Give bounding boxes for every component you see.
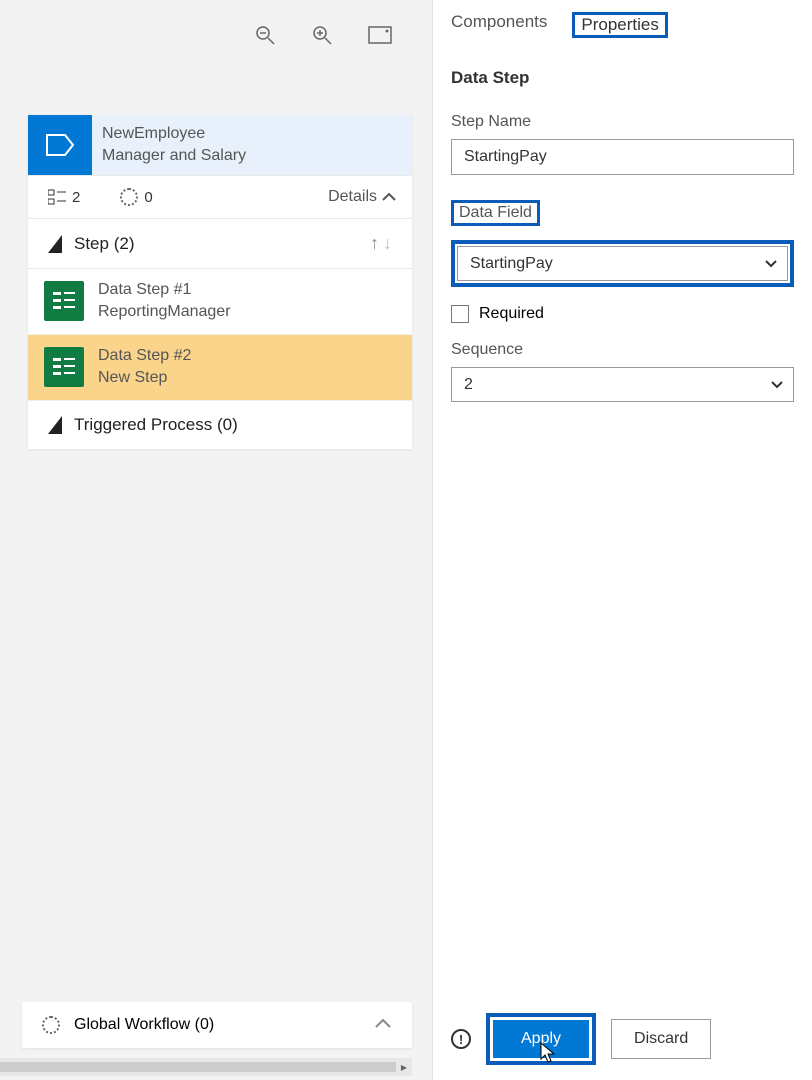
- chevron-up-icon: [382, 192, 396, 202]
- triggered-label: Triggered Process (0): [74, 415, 238, 435]
- left-panel: NewEmployee Manager and Salary 2 0 Detai…: [0, 0, 432, 1080]
- data-step-2[interactable]: Data Step #2 New Step: [28, 335, 412, 401]
- required-checkbox[interactable]: [451, 305, 469, 323]
- triangle-icon: [48, 416, 62, 434]
- global-workflow-bar[interactable]: Global Workflow (0): [22, 1002, 412, 1048]
- card-header[interactable]: NewEmployee Manager and Salary: [28, 115, 412, 176]
- sequence-label: Sequence: [451, 341, 794, 359]
- card-meta: 2 0 Details: [28, 176, 412, 219]
- step-name-input[interactable]: [451, 139, 794, 175]
- section-title: Data Step: [451, 68, 794, 88]
- card-title: NewEmployee: [102, 123, 412, 145]
- arrow-up-icon[interactable]: ↑: [370, 233, 379, 254]
- dotted-circle-icon: [120, 188, 138, 206]
- triggered-process-row[interactable]: Triggered Process (0): [28, 401, 412, 449]
- global-workflow-label: Global Workflow (0): [74, 1016, 214, 1034]
- right-footer: ! Apply Discard: [451, 1013, 794, 1065]
- data-step-title: Data Step #1: [98, 279, 231, 301]
- meta-steps: 2: [48, 189, 80, 206]
- tab-components[interactable]: Components: [451, 12, 547, 38]
- arrow-down-icon[interactable]: ↓: [383, 233, 392, 254]
- data-step-subtitle: New Step: [98, 367, 191, 389]
- chevron-up-icon: [374, 1016, 392, 1034]
- form-icon: [44, 281, 84, 321]
- step-name-label: Step Name: [451, 113, 794, 131]
- triangle-icon: [48, 235, 62, 253]
- right-panel: Components Properties Data Step Step Nam…: [432, 0, 812, 1080]
- data-step-title: Data Step #2: [98, 345, 191, 367]
- zoom-in-icon[interactable]: [311, 24, 333, 51]
- meta-circle: 0: [120, 188, 152, 206]
- step-header-row[interactable]: Step (2) ↑ ↓: [28, 219, 412, 269]
- data-step-1[interactable]: Data Step #1 ReportingManager: [28, 269, 412, 335]
- sequence-select[interactable]: 2: [451, 367, 794, 402]
- data-field-select[interactable]: StartingPay: [457, 246, 788, 281]
- zoom-out-icon[interactable]: [254, 24, 276, 51]
- list-icon: [48, 189, 66, 205]
- info-icon[interactable]: !: [451, 1029, 471, 1049]
- fit-icon[interactable]: [368, 26, 392, 49]
- details-toggle[interactable]: Details: [328, 188, 396, 206]
- form-icon: [44, 347, 84, 387]
- stage-card: NewEmployee Manager and Salary 2 0 Detai…: [28, 115, 412, 449]
- toolbar: [0, 0, 432, 60]
- discard-button[interactable]: Discard: [611, 1019, 711, 1059]
- card-subtitle: Manager and Salary: [102, 145, 412, 167]
- tabs: Components Properties: [451, 12, 794, 38]
- data-step-subtitle: ReportingManager: [98, 301, 231, 323]
- horizontal-scrollbar[interactable]: [0, 1058, 412, 1076]
- step-label: Step (2): [74, 234, 135, 254]
- stage-icon: [28, 115, 92, 175]
- dotted-circle-icon: [42, 1016, 60, 1034]
- tab-properties[interactable]: Properties: [572, 12, 667, 38]
- required-label: Required: [479, 305, 544, 323]
- apply-button[interactable]: Apply: [493, 1020, 589, 1058]
- data-field-label: Data Field: [451, 200, 540, 226]
